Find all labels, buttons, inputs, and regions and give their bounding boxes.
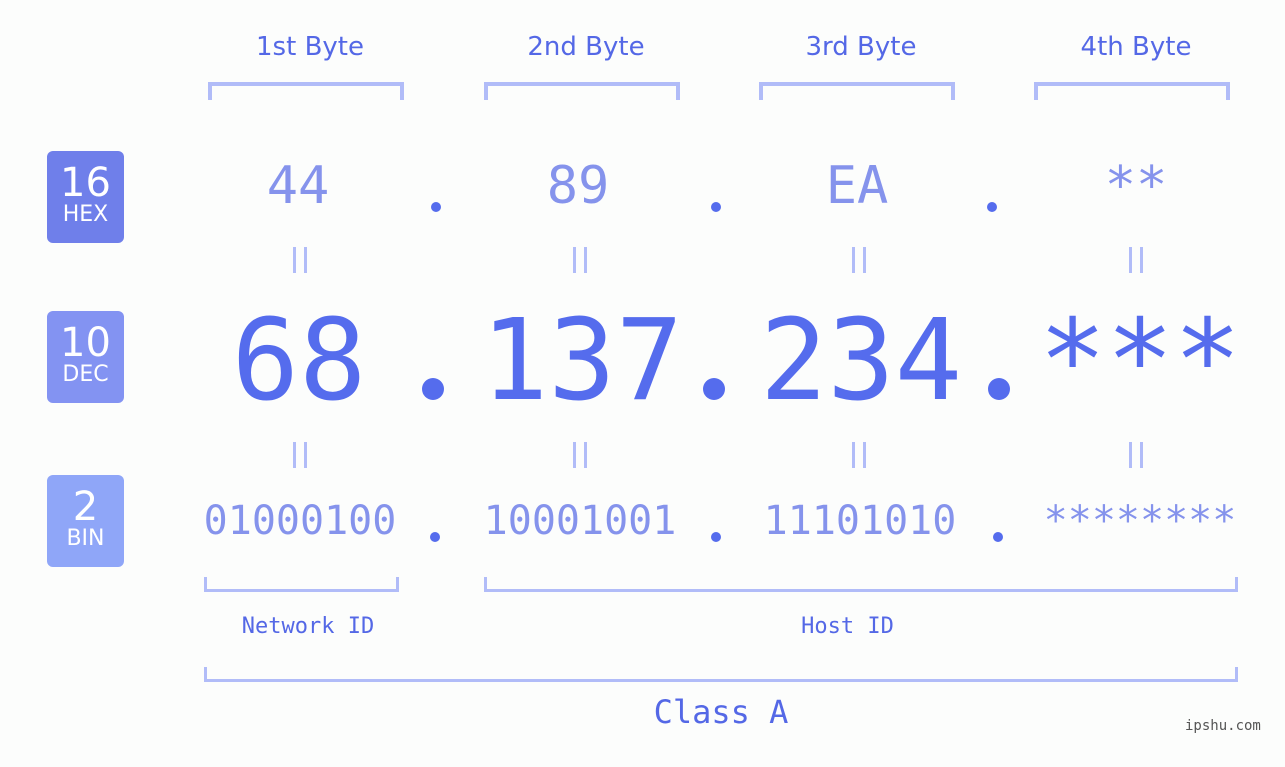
bin-byte-2: 10001001 [483, 498, 677, 544]
byte-header-1: 1st Byte [256, 32, 364, 62]
equals-icon [1129, 442, 1143, 468]
dec-byte-4: *** [1038, 296, 1242, 426]
class-label: Class A [653, 693, 789, 731]
host-id-label: Host ID [801, 614, 894, 639]
equals-icon [573, 247, 587, 273]
bin-byte-3: 11101010 [763, 498, 957, 544]
dec-badge: 10 DEC [47, 311, 124, 403]
byte-header-2: 2nd Byte [527, 32, 645, 62]
host-id-bracket [484, 577, 1238, 592]
bin-dot-3 [993, 532, 1003, 542]
byte-bracket-2 [484, 82, 680, 100]
dec-dot-3 [988, 378, 1010, 400]
hex-badge: 16 HEX [47, 151, 124, 243]
equals-icon [1129, 247, 1143, 273]
network-id-label: Network ID [241, 614, 375, 639]
dec-dot-2 [703, 378, 725, 400]
class-bracket [204, 667, 1238, 682]
network-id-bracket [204, 577, 399, 592]
bin-byte-1: 01000100 [203, 498, 397, 544]
equals-icon [852, 442, 866, 468]
hex-badge-label: HEX [62, 202, 109, 227]
byte-bracket-1 [208, 82, 404, 100]
bin-badge-label: BIN [66, 526, 105, 551]
dec-byte-3: 234 [759, 296, 963, 426]
bin-dot-2 [711, 532, 721, 542]
bin-badge-number: 2 [72, 484, 99, 530]
equals-icon [852, 247, 866, 273]
dec-byte-2: 137 [480, 296, 684, 426]
bin-byte-4: ******** [1043, 498, 1237, 544]
hex-dot-1 [431, 202, 441, 212]
dec-badge-number: 10 [60, 320, 111, 366]
hex-dot-3 [987, 202, 997, 212]
bin-dot-1 [430, 532, 440, 542]
watermark: ipshu.com [1185, 718, 1261, 734]
hex-dot-2 [711, 202, 721, 212]
hex-byte-2: 89 [546, 156, 610, 216]
equals-icon [293, 247, 307, 273]
byte-bracket-4 [1034, 82, 1230, 100]
dec-badge-label: DEC [62, 362, 109, 387]
hex-badge-number: 16 [60, 160, 111, 206]
bin-badge: 2 BIN [47, 475, 124, 567]
hex-byte-1: 44 [266, 156, 330, 216]
equals-icon [293, 442, 307, 468]
hex-byte-3: EA [825, 156, 889, 216]
byte-header-4: 4th Byte [1080, 32, 1192, 62]
equals-icon [573, 442, 587, 468]
dec-dot-1 [422, 378, 444, 400]
hex-byte-4: ** [1104, 156, 1168, 216]
byte-bracket-3 [759, 82, 955, 100]
byte-header-3: 3rd Byte [805, 32, 917, 62]
dec-byte-1: 68 [231, 296, 367, 426]
